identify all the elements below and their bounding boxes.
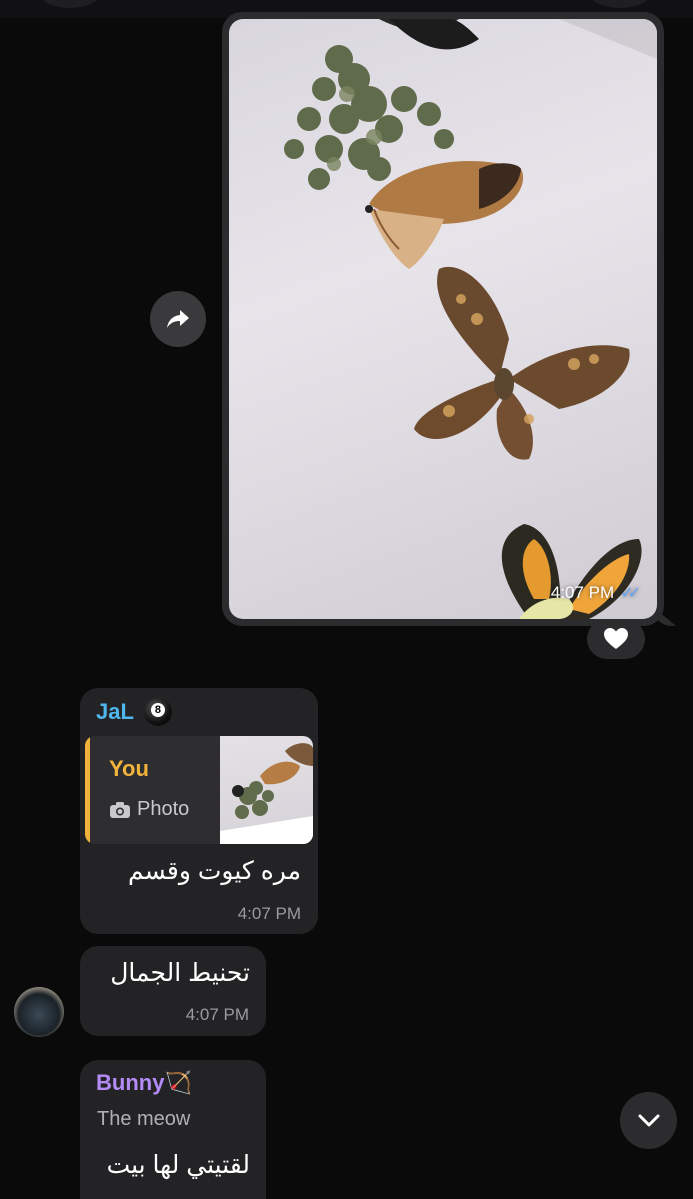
butterfly-photo[interactable]: 4:07 PM ✓✓ xyxy=(229,19,657,619)
chevron-down-icon xyxy=(638,1114,659,1126)
sender-row: JaL 8 xyxy=(96,698,172,726)
reply-preview[interactable]: You Photo xyxy=(85,736,313,844)
chat-screen: 4:07 PM ✓✓ JaL 8 You Photo مره كيوت وقسم… xyxy=(0,0,693,1199)
camera-icon xyxy=(110,801,130,818)
share-arrow-icon xyxy=(167,310,189,328)
sender-row: Bunny🏹 xyxy=(96,1070,192,1096)
sender-subtitle: The meow xyxy=(97,1108,191,1130)
reply-author: You xyxy=(109,756,149,781)
message-time: 4:07 PM xyxy=(237,904,301,923)
header-right-control[interactable] xyxy=(590,0,650,8)
reply-type-label: Photo xyxy=(137,798,190,820)
reply-thumbnail xyxy=(220,736,313,844)
sender-avatar[interactable] xyxy=(14,987,64,1037)
incoming-message[interactable]: تحنيط الجمال 4:07 PM xyxy=(80,946,266,1036)
eight-ball-emoji: 8 xyxy=(143,698,172,726)
sender-name[interactable]: JaL xyxy=(96,699,134,725)
message-text: تحنيط الجمال xyxy=(110,959,250,987)
reply-type: Photo xyxy=(109,798,189,821)
photo-meta: 4:07 PM ✓✓ xyxy=(551,583,641,603)
scroll-to-bottom-button[interactable] xyxy=(620,1092,677,1149)
incoming-message[interactable]: Bunny🏹 The meow لقتيتي لها بيت xyxy=(80,1060,266,1199)
double-check-icon: ✓✓ xyxy=(620,585,641,602)
sender-name[interactable]: Bunny🏹 xyxy=(96,1070,192,1096)
photo-illustration xyxy=(284,19,657,619)
reply-accent-bar xyxy=(85,736,90,844)
header-left-control[interactable] xyxy=(40,0,100,8)
message-text: مره كيوت وقسم xyxy=(127,857,301,885)
message-text: لقتيتي لها بيت xyxy=(106,1151,250,1179)
white-heart-icon xyxy=(604,628,628,649)
message-time: 4:07 PM xyxy=(550,583,615,602)
message-time: 4:07 PM xyxy=(185,1005,249,1024)
outgoing-photo-message[interactable]: 4:07 PM ✓✓ xyxy=(222,12,676,626)
share-button[interactable] xyxy=(150,291,206,347)
heart-reaction[interactable] xyxy=(587,619,645,659)
incoming-message[interactable]: JaL 8 You Photo مره كيوت وقسم 4:07 PM xyxy=(80,688,318,934)
